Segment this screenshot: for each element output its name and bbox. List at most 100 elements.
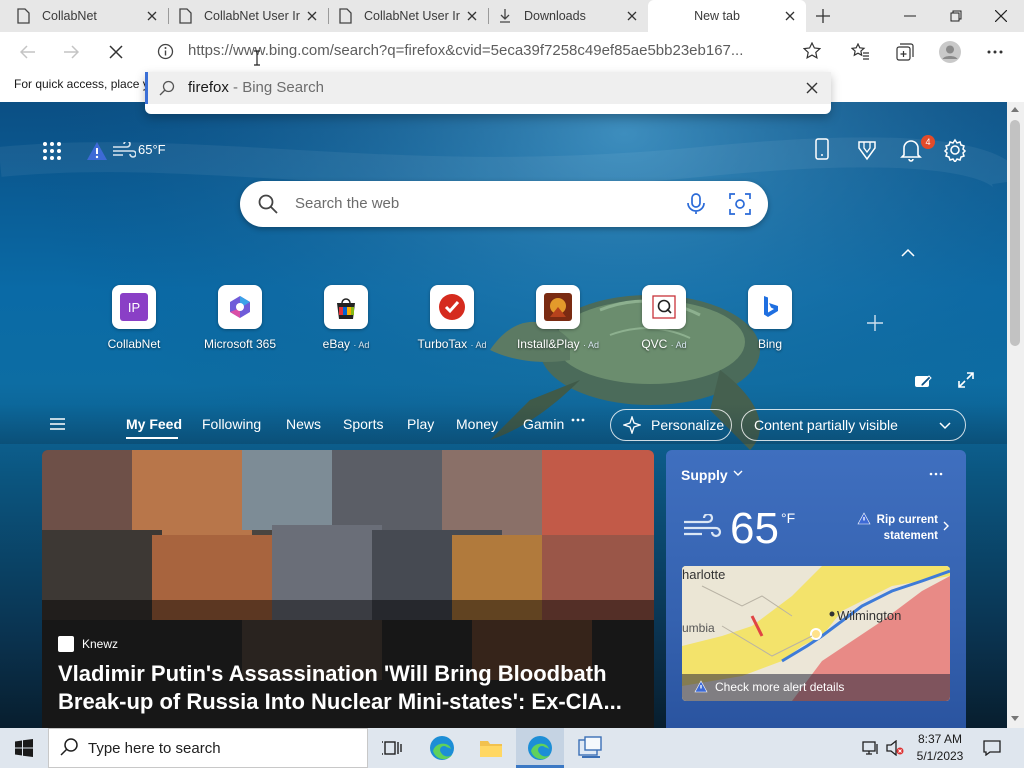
active-tab-indicator	[126, 437, 178, 439]
add-quick-link-button[interactable]	[866, 314, 884, 332]
quick-link-turbotax[interactable]: TurboTax · Ad	[407, 285, 497, 351]
quick-link-install-play[interactable]: Install&Play · Ad	[513, 285, 603, 351]
suggestion-highlight-bar	[145, 72, 148, 104]
close-icon[interactable]	[304, 8, 320, 24]
feed-tab-sports[interactable]: Sports	[343, 416, 383, 432]
chevron-down-icon[interactable]	[733, 470, 743, 476]
plus-icon	[867, 315, 883, 331]
minimize-button[interactable]	[887, 0, 933, 32]
collections-button[interactable]	[889, 36, 921, 68]
close-icon[interactable]	[464, 8, 480, 24]
tab-collabnet[interactable]: CollabNet	[0, 0, 168, 32]
task-view-button[interactable]	[368, 728, 416, 768]
edge-icon	[528, 736, 552, 760]
notification-count-badge: 4	[921, 135, 935, 149]
apps-grid-icon[interactable]	[42, 141, 62, 161]
quick-link-bing[interactable]: Bing	[725, 285, 815, 351]
hero-headline[interactable]: Vladimir Putin's Assassination 'Will Bri…	[58, 660, 648, 716]
gear-icon[interactable]	[943, 138, 967, 162]
notification-center-icon[interactable]	[983, 740, 1001, 756]
sparkle-icon	[623, 416, 641, 434]
scroll-down-icon[interactable]	[1011, 716, 1019, 722]
tab-collabnet-user-1[interactable]: CollabNet User Ir	[169, 0, 328, 32]
content-visibility-label: Content partially visible	[754, 417, 898, 433]
volume-muted-icon[interactable]	[886, 740, 904, 756]
hamburger-menu-icon[interactable]	[50, 418, 66, 430]
taskbar-file-explorer[interactable]	[467, 728, 515, 768]
close-icon[interactable]	[144, 8, 160, 24]
info-icon[interactable]	[157, 43, 174, 60]
weather-alert-icon[interactable]	[86, 141, 108, 161]
visual-search-icon[interactable]	[729, 193, 751, 215]
quick-link-microsoft-365[interactable]: Microsoft 365	[195, 285, 285, 351]
weather-temperature[interactable]: 65°F	[138, 142, 166, 157]
tab-downloads[interactable]: Downloads	[489, 0, 648, 32]
collabnet-logo-icon: IP	[112, 285, 156, 329]
personalize-button[interactable]: Personalize	[610, 409, 732, 441]
clock-time: 8:37 AM	[917, 732, 963, 746]
more-tabs-icon[interactable]	[571, 418, 585, 422]
quick-link-ebay[interactable]: eBay · Ad	[301, 285, 391, 351]
check-alert-details-link[interactable]: Check more alert details	[715, 680, 844, 694]
network-icon[interactable]	[862, 740, 880, 756]
quick-link-qvc[interactable]: QVC · Ad	[619, 285, 709, 351]
stop-loading-button[interactable]	[100, 36, 132, 68]
scroll-up-icon[interactable]	[1011, 106, 1019, 112]
quick-link-collabnet[interactable]: IP CollabNet	[89, 285, 179, 351]
forward-arrow-icon	[64, 45, 79, 59]
start-button[interactable]	[0, 728, 48, 768]
feed-tab-gaming[interactable]: Gamin	[523, 416, 564, 432]
forward-button[interactable]	[55, 36, 87, 68]
remove-suggestion-icon[interactable]	[806, 82, 818, 94]
feed-tab-my-feed[interactable]: My Feed	[126, 416, 182, 432]
edit-background-icon[interactable]	[914, 373, 932, 389]
feed-tab-following[interactable]: Following	[202, 416, 261, 432]
ebay-logo-icon	[324, 285, 368, 329]
scrollbar-thumb[interactable]	[1010, 120, 1020, 346]
feed-tab-play[interactable]: Play	[407, 416, 434, 432]
tab-collabnet-user-2[interactable]: CollabNet User Ir	[329, 0, 488, 32]
microphone-icon[interactable]	[686, 193, 706, 215]
taskbar-search-placeholder[interactable]: Type here to search	[88, 740, 221, 757]
favorites-button[interactable]	[844, 36, 876, 68]
close-icon[interactable]	[782, 8, 798, 24]
more-dots-icon[interactable]	[929, 472, 943, 476]
system-clock[interactable]: 8:37 AM 5/1/2023	[905, 731, 975, 765]
feed-tab-news[interactable]: News	[286, 416, 321, 432]
search-icon	[60, 738, 78, 756]
tab-label: CollabNet User Ir	[204, 9, 300, 23]
address-url[interactable]: https://www.bing.com/search?q=firefox&cv…	[188, 42, 788, 59]
wind-icon	[112, 142, 136, 158]
expand-icon[interactable]	[958, 372, 974, 388]
settings-more-button[interactable]	[979, 36, 1011, 68]
collapse-chevron-icon[interactable]	[901, 248, 915, 258]
back-button[interactable]	[12, 36, 44, 68]
profile-button[interactable]	[934, 36, 966, 68]
close-window-button[interactable]	[978, 0, 1024, 32]
quick-link-label: TurboTax · Ad	[417, 337, 487, 351]
weather-alert-text[interactable]: Rip current statement	[862, 512, 938, 544]
feed-tab-money[interactable]: Money	[456, 416, 498, 432]
taskbar-app[interactable]	[566, 728, 614, 768]
search-input-placeholder[interactable]: Search the web	[295, 195, 399, 212]
chevron-right-icon[interactable]	[943, 521, 949, 531]
weather-location[interactable]: Supply	[681, 467, 728, 483]
notifications-bell-icon[interactable]	[899, 138, 923, 162]
close-icon	[995, 10, 1007, 22]
taskbar-edge-1[interactable]	[418, 728, 466, 768]
map-label-columbia: umbia	[682, 621, 715, 635]
favorite-star-icon[interactable]	[803, 42, 821, 60]
quick-link-label: Microsoft 365	[203, 337, 277, 351]
rewards-icon[interactable]	[856, 139, 878, 161]
restore-button[interactable]	[933, 0, 979, 32]
taskbar-edge-2[interactable]	[516, 728, 564, 768]
favorites-bar	[831, 72, 1024, 102]
suggestion-text[interactable]: firefox - Bing Search	[188, 79, 324, 96]
mobile-icon[interactable]	[814, 138, 830, 160]
content-visibility-dropdown[interactable]: Content partially visible	[741, 409, 966, 441]
qvc-logo-icon	[642, 285, 686, 329]
new-tab-button[interactable]	[812, 5, 834, 27]
tab-label: New tab	[694, 9, 740, 23]
close-icon[interactable]	[624, 8, 640, 24]
tab-new-tab[interactable]: New tab	[648, 0, 806, 32]
